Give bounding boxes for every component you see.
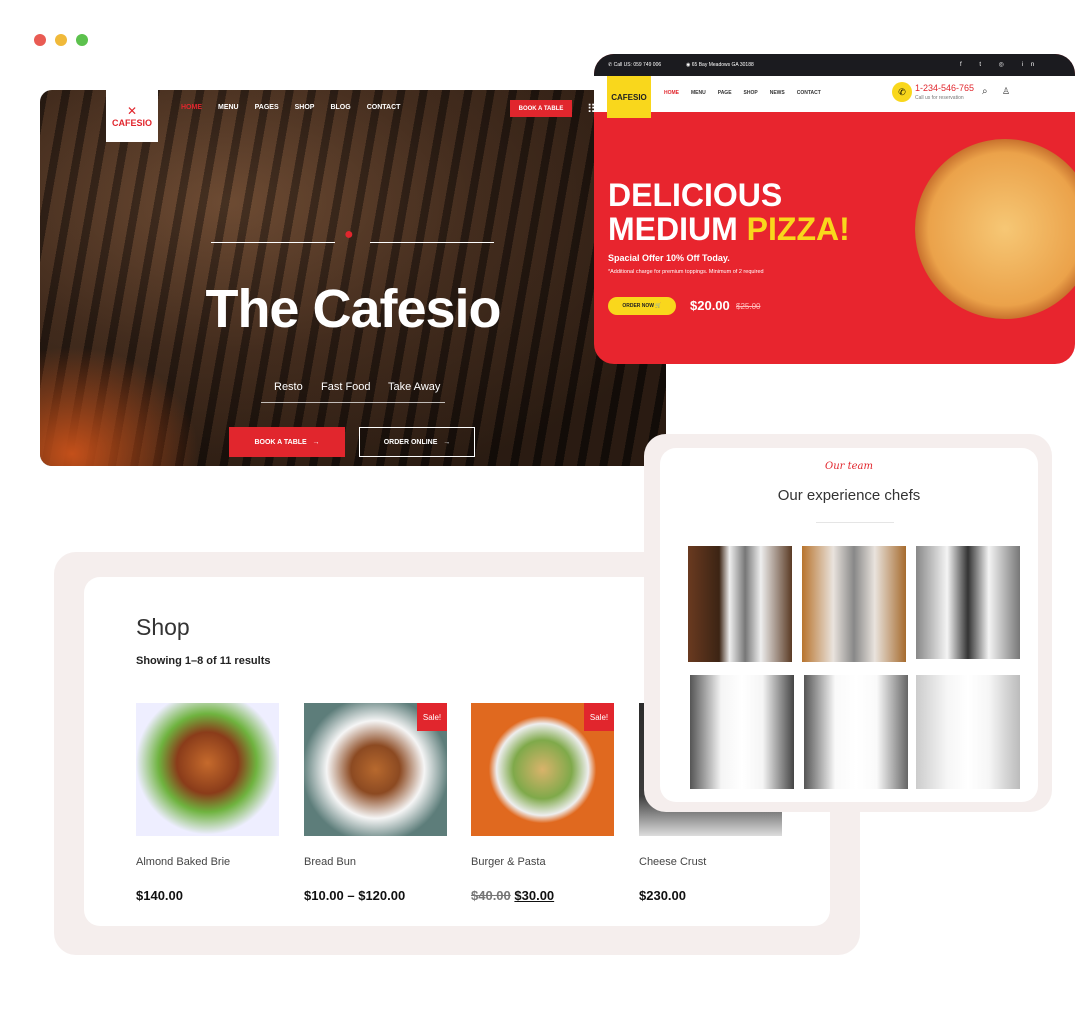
product-price: $10.00 – $120.00 <box>304 888 406 903</box>
main-nav: HOME MENU PAGES SHOP BLOG CONTACT <box>181 104 400 111</box>
window-close-dot[interactable] <box>34 34 46 46</box>
headline-line-1: DELICIOUS <box>608 177 783 213</box>
header: CAFESIO HOME MENU PAGE SHOP NEWS CONTACT… <box>594 76 1075 118</box>
product-name[interactable]: Burger & Pasta <box>471 856 546 868</box>
product-name[interactable]: Bread Bun <box>304 856 356 868</box>
hero-preview: ✕ CAFESIO HOME MENU PAGES SHOP BLOG CONTA… <box>40 90 666 466</box>
product-price: $230.00 <box>639 888 686 903</box>
chef-photo[interactable] <box>688 546 792 662</box>
chef-photo[interactable] <box>916 675 1020 789</box>
chef-photo[interactable] <box>804 675 908 789</box>
sale-badge: Sale! <box>584 703 614 731</box>
phone-caption: Call us for reservation <box>915 95 964 101</box>
product-image[interactable]: Sale! <box>471 703 614 836</box>
product-price: $40.00 $30.00 <box>471 888 554 903</box>
nav-contact[interactable]: CONTACT <box>367 104 401 111</box>
nav-shop[interactable]: SHOP <box>295 104 315 111</box>
user-icon[interactable]: ♙ <box>1002 86 1010 97</box>
nav-home[interactable]: HOME <box>181 104 202 111</box>
subtitle-resto: Resto <box>274 381 303 393</box>
team-eyebrow: Our team <box>825 461 873 472</box>
top-bar: ✆ Call US: 059 749 006 ◉ 65 Bay Meadows … <box>594 54 1075 76</box>
old-price: $40.00 <box>471 888 511 903</box>
nav-pages[interactable]: PAGES <box>255 104 279 111</box>
nav-contact[interactable]: CONTACT <box>797 90 821 96</box>
sale-price: $30.00 <box>514 888 555 903</box>
result-count: Showing 1–8 of 11 results <box>136 655 271 667</box>
book-table-cta[interactable]: BOOK A TABLE → <box>229 427 345 457</box>
chef-photo[interactable] <box>916 546 1020 659</box>
sale-badge: Sale! <box>417 703 447 731</box>
social-icons[interactable]: f t ◎ in <box>960 61 1042 68</box>
search-icon[interactable]: ⌕ <box>982 86 988 97</box>
offer-text: Spacial Offer 10% Off Today. <box>608 253 730 263</box>
product-image[interactable]: Sale! <box>304 703 447 836</box>
address-info: ◉ 65 Bay Meadows GA 30188 <box>686 62 754 68</box>
pizza-preview: ✆ Call US: 059 749 006 ◉ 65 Bay Meadows … <box>594 54 1075 364</box>
headline-line-2: MEDIUM PIZZA! <box>608 211 850 247</box>
offer-note: *Additional charge for premium toppings.… <box>608 269 764 275</box>
phone-icon: ✆ <box>892 82 912 102</box>
pizza-image <box>915 139 1075 319</box>
hero-title: The Cafesio <box>205 279 501 339</box>
chef-photo[interactable] <box>802 546 906 662</box>
logo[interactable]: ✕ CAFESIO <box>106 90 158 142</box>
nav-news[interactable]: NEWS <box>770 90 785 96</box>
nav-shop[interactable]: SHOP <box>744 90 758 96</box>
subtitle-fast-food: Fast Food <box>321 381 371 393</box>
nav-blog[interactable]: BLOG <box>330 104 350 111</box>
subtitle-take-away: Take Away <box>388 381 441 393</box>
product-price: $140.00 <box>136 888 183 903</box>
product-image[interactable] <box>136 703 279 836</box>
price: $20.00 <box>690 298 730 313</box>
order-now-button[interactable]: ORDER NOW 🛒 <box>608 297 676 315</box>
shop-title: Shop <box>136 614 190 640</box>
call-info: ✆ Call US: 059 749 006 <box>608 62 662 68</box>
order-online-cta[interactable]: ORDER ONLINE → <box>359 427 475 457</box>
team-title: Our experience chefs <box>777 487 921 504</box>
book-table-button[interactable]: BOOK A TABLE <box>510 100 572 117</box>
nav-home[interactable]: HOME <box>664 90 679 96</box>
product-name[interactable]: Cheese Crust <box>639 856 706 868</box>
window-maximize-dot[interactable] <box>76 34 88 46</box>
phone-number[interactable]: 1-234-546-765 <box>915 83 974 93</box>
window-minimize-dot[interactable] <box>55 34 67 46</box>
nav-menu[interactable]: MENU <box>218 104 239 111</box>
divider <box>816 522 894 523</box>
chef-photo[interactable] <box>690 675 794 789</box>
nav-menu[interactable]: MENU <box>691 90 706 96</box>
product-name[interactable]: Almond Baked Brie <box>136 856 230 868</box>
old-price: $25.00 <box>736 302 761 311</box>
nav-page[interactable]: PAGE <box>718 90 732 96</box>
logo[interactable]: CAFESIO <box>607 76 651 118</box>
flame-icon: ● <box>344 226 354 243</box>
